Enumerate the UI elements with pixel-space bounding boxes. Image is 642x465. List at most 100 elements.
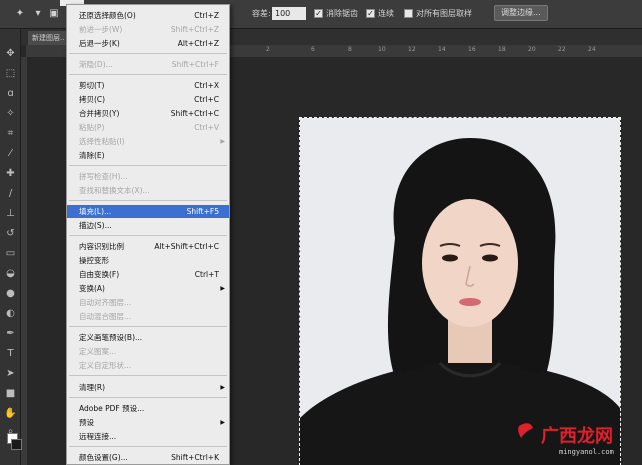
menu-item-shortcut: Ctrl+Z <box>194 11 219 20</box>
menu-item-label: 远程连接... <box>79 432 117 441</box>
tools-panel: ✥ ⬚ ɑ ✧ ⌗ ⁄ ✚ / ⊥ ↺ ▭ ◒ ● ◐ ✒ T ➤ ■ ✋ ⌕ <box>0 29 22 465</box>
menu-item-label: 自由变换(F) <box>79 270 120 279</box>
path-selection-icon[interactable]: ➤ <box>4 367 17 380</box>
ruler-tick: 16 <box>468 46 476 53</box>
menu-item-shortcut: Shift+Ctrl+K <box>171 453 219 462</box>
watermark-brand: 广西龙网 <box>541 426 613 447</box>
pen-tool-icon[interactable]: ✒ <box>4 327 17 340</box>
portrait-photo <box>300 118 620 465</box>
dodge-tool-icon[interactable]: ◐ <box>4 307 17 320</box>
menu-item-label: 拷贝(C) <box>79 95 106 104</box>
menu-item-label: Adobe PDF 预设... <box>79 404 145 413</box>
menu-item-label: 拼写检查(H)... <box>79 172 128 181</box>
menu-item-label: 前进一步(W) <box>79 25 123 34</box>
menu-item-define-custom-shape[interactable]: 定义自定形状... <box>67 359 229 372</box>
crop-tool-icon[interactable]: ⌗ <box>4 127 17 140</box>
menu-item-auto-blend-layers[interactable]: 自动混合图层... <box>67 310 229 323</box>
menu-item-adobe-pdf-presets[interactable]: Adobe PDF 预设... <box>67 402 229 415</box>
menu-item-content-aware-scale[interactable]: 内容识别比例 Alt+Shift+Ctrl+C <box>67 240 229 253</box>
menu-item-define-pattern[interactable]: 定义图案... <box>67 345 229 358</box>
lasso-tool-icon[interactable]: ɑ <box>4 87 17 100</box>
menu-item-cut[interactable]: 剪切(T) Ctrl+X <box>67 79 229 92</box>
submenu-arrow-icon: ▶ <box>220 285 225 292</box>
menu-item-fade[interactable]: 渐隐(D)... Shift+Ctrl+F <box>67 58 229 71</box>
menu-item-label: 粘贴(P) <box>79 123 105 132</box>
ruler-tick: 18 <box>498 46 506 53</box>
magic-wand-icon[interactable]: ✧ <box>4 107 17 120</box>
menu-item-remote-connections[interactable]: 远程连接... <box>67 430 229 443</box>
hand-tool-icon[interactable]: ✋ <box>4 407 17 420</box>
menu-item-step-forward[interactable]: 前进一步(W) Shift+Ctrl+Z <box>67 23 229 36</box>
menu-item-label: 清除(E) <box>79 151 105 160</box>
ruler-tick: 10 <box>378 46 386 53</box>
anti-alias-checkbox[interactable]: ✓ <box>314 9 323 18</box>
menu-item-shortcut: Shift+Ctrl+C <box>170 109 219 118</box>
blur-tool-icon[interactable]: ● <box>4 287 17 300</box>
menu-item-shortcut: Ctrl+X <box>194 81 219 90</box>
menu-item-auto-align-layers[interactable]: 自动对齐图层... <box>67 296 229 309</box>
menu-item-find-replace[interactable]: 查找和替换文本(X)... <box>67 184 229 197</box>
ruler-tick: 12 <box>408 46 416 53</box>
menu-item-check-spelling[interactable]: 拼写检查(H)... <box>67 170 229 183</box>
menu-item-label: 还原选择颜色(O) <box>79 11 136 20</box>
healing-brush-icon[interactable]: ✚ <box>4 167 17 180</box>
background-color-swatch[interactable] <box>11 439 22 450</box>
document-tab[interactable]: 新建图层.. <box>28 31 68 45</box>
menu-item-presets[interactable]: 预设 ▶ <box>67 416 229 429</box>
paint-bucket-icon[interactable]: ◒ <box>4 267 17 280</box>
tool-preset-dropdown-icon[interactable]: ▾ <box>32 8 44 20</box>
menu-item-label: 颜色设置(G)... <box>79 453 128 462</box>
clone-stamp-icon[interactable]: ⊥ <box>4 207 17 220</box>
refine-edge-button[interactable]: 调整边缘... <box>494 5 548 21</box>
menu-item-label: 后退一步(K) <box>79 39 120 48</box>
menu-item-undo[interactable]: 还原选择颜色(O) Ctrl+Z <box>67 9 229 22</box>
eyedropper-tool-icon[interactable]: ⁄ <box>4 147 17 160</box>
rectangle-tool-icon[interactable]: ■ <box>4 387 17 400</box>
magic-wand-tool-icon[interactable]: ✦ <box>14 8 26 20</box>
menu-separator <box>69 446 227 447</box>
eraser-tool-icon[interactable]: ▭ <box>4 247 17 260</box>
ruler-tick: 6 <box>311 46 315 53</box>
menu-item-stroke[interactable]: 描边(S)... <box>67 219 229 232</box>
menu-item-define-brush[interactable]: 定义画笔预设(B)... <box>67 331 229 344</box>
marquee-tool-icon[interactable]: ⬚ <box>4 67 17 80</box>
document-image[interactable] <box>299 117 621 465</box>
menu-item-purge[interactable]: 清理(R) ▶ <box>67 381 229 394</box>
contiguous-checkbox[interactable]: ✓ <box>366 9 375 18</box>
menu-item-shortcut: Shift+Ctrl+F <box>171 60 219 69</box>
ruler-tick: 20 <box>528 46 536 53</box>
tolerance-input[interactable]: 100 <box>272 7 306 20</box>
menu-item-color-settings[interactable]: 颜色设置(G)... Shift+Ctrl+K <box>67 451 229 464</box>
menu-item-free-transform[interactable]: 自由变换(F) Ctrl+T <box>67 268 229 281</box>
menu-item-step-backward[interactable]: 后退一步(K) Alt+Ctrl+Z <box>67 37 229 50</box>
menu-item-shortcut: Ctrl+V <box>194 123 219 132</box>
ruler-tick: 14 <box>438 46 446 53</box>
menu-separator <box>69 165 227 166</box>
menu-item-label: 描边(S)... <box>79 221 112 230</box>
menu-item-fill[interactable]: 填充(L)... Shift+F5 <box>67 205 229 218</box>
menu-item-label: 定义画笔预设(B)... <box>79 333 143 342</box>
new-selection-icon[interactable]: ▣ <box>48 8 60 20</box>
submenu-arrow-icon: ▶ <box>220 384 225 391</box>
menu-item-shortcut: Shift+F5 <box>186 207 219 216</box>
brush-tool-icon[interactable]: / <box>4 187 17 200</box>
menu-item-transform[interactable]: 变换(A) ▶ <box>67 282 229 295</box>
menu-item-copy[interactable]: 拷贝(C) Ctrl+C <box>67 93 229 106</box>
menu-item-copy-merged[interactable]: 合并拷贝(Y) Shift+Ctrl+C <box>67 107 229 120</box>
menu-item-label: 预设 <box>79 418 94 427</box>
type-tool-icon[interactable]: T <box>4 347 17 360</box>
vertical-ruler <box>20 57 27 465</box>
menu-item-label: 合并拷贝(Y) <box>79 109 120 118</box>
sample-all-layers-checkbox[interactable] <box>404 9 413 18</box>
menu-item-label: 变换(A) <box>79 284 105 293</box>
menu-item-puppet-warp[interactable]: 操控变形 <box>67 254 229 267</box>
menu-item-paste[interactable]: 粘贴(P) Ctrl+V <box>67 121 229 134</box>
menu-item-clear[interactable]: 清除(E) <box>67 149 229 162</box>
anti-alias-label: 消除锯齿 <box>326 9 358 18</box>
history-brush-icon[interactable]: ↺ <box>4 227 17 240</box>
menu-item-shortcut: Ctrl+T <box>194 270 219 279</box>
move-tool-icon[interactable]: ✥ <box>4 47 17 60</box>
menu-item-label: 自动对齐图层... <box>79 298 132 307</box>
menu-item-paste-special[interactable]: 选择性粘贴(I) ▶ <box>67 135 229 148</box>
ruler-tick: 2 <box>266 46 270 53</box>
